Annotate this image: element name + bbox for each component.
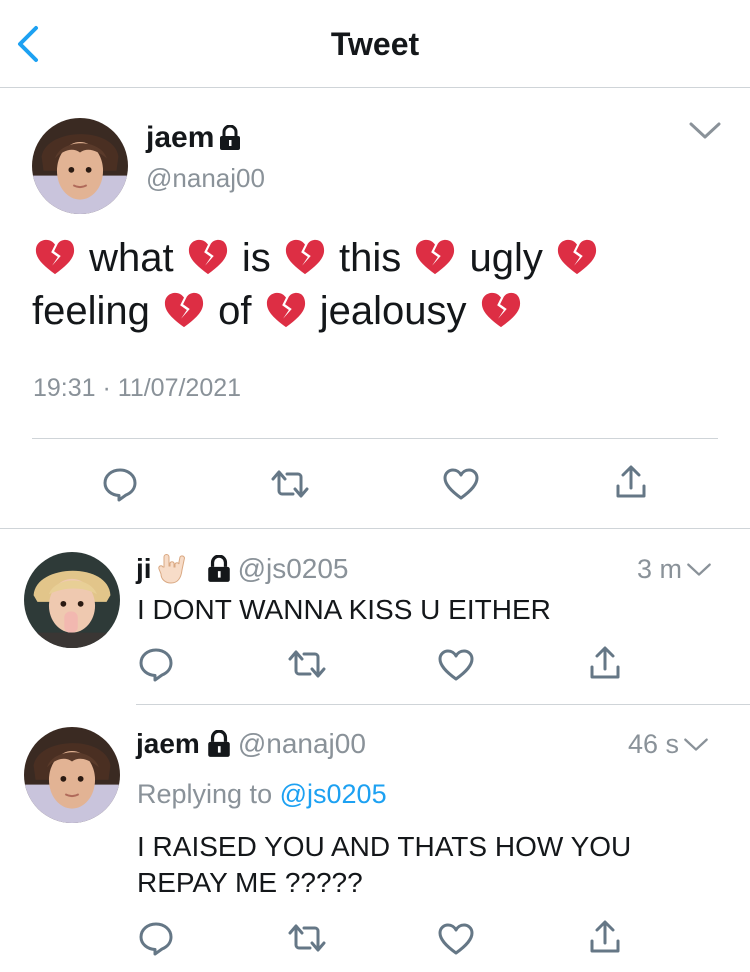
mention-link[interactable]: @js0205 <box>280 779 387 809</box>
like-icon[interactable] <box>437 648 475 682</box>
tweet-timestamp: 19:31 · 11/07/2021 <box>33 374 242 402</box>
retweet-icon[interactable] <box>270 466 310 502</box>
tweet-text: what is this ugly feeling of jealousy <box>32 232 722 338</box>
avatar[interactable] <box>32 118 128 214</box>
author-name[interactable]: jaem <box>146 121 242 155</box>
avatar[interactable] <box>24 727 120 823</box>
reply-time: 3 m <box>637 554 712 585</box>
retweet-icon[interactable] <box>287 920 327 956</box>
author-name[interactable]: jaem <box>136 728 200 760</box>
broken-heart-icon <box>187 237 229 277</box>
nav-bar: Tweet <box>0 0 750 88</box>
retweet-icon[interactable] <box>287 646 327 682</box>
chevron-down-icon[interactable] <box>686 561 712 579</box>
reply-text: I DONT WANNA KISS U EITHER <box>137 594 551 625</box>
author-handle[interactable]: @nanaj00 <box>238 728 366 760</box>
share-icon[interactable] <box>588 645 622 681</box>
chevron-down-icon[interactable] <box>683 736 709 754</box>
lock-icon <box>206 730 232 758</box>
broken-heart-icon <box>556 237 598 277</box>
reply-header: ji @js0205 <box>136 553 349 585</box>
lock-icon <box>218 125 242 151</box>
broken-heart-icon <box>163 290 205 330</box>
reply-icon[interactable] <box>102 466 138 502</box>
lock-icon <box>206 555 232 583</box>
chevron-down-icon[interactable] <box>688 120 722 144</box>
like-icon[interactable] <box>437 922 475 956</box>
share-icon[interactable] <box>614 464 648 500</box>
broken-heart-icon <box>284 237 326 277</box>
love-you-gesture-icon <box>157 554 185 584</box>
reply-time: 46 s <box>628 729 709 760</box>
author-handle[interactable]: @js0205 <box>238 553 349 585</box>
divider <box>136 704 750 705</box>
author-handle[interactable]: @nanaj00 <box>146 163 265 194</box>
page-title: Tweet <box>330 26 420 62</box>
like-icon[interactable] <box>442 467 480 501</box>
reply-text: I RAISED YOU AND THATS HOW YOU REPAY ME … <box>137 831 632 898</box>
author-name[interactable]: ji <box>136 553 152 585</box>
share-icon[interactable] <box>588 919 622 955</box>
reply-icon[interactable] <box>138 646 174 682</box>
reply-header: jaem @nanaj00 <box>136 728 366 760</box>
broken-heart-icon <box>265 290 307 330</box>
reply-icon[interactable] <box>138 920 174 956</box>
broken-heart-icon <box>480 290 522 330</box>
broken-heart-icon <box>34 237 76 277</box>
broken-heart-icon <box>414 237 456 277</box>
divider <box>0 528 750 529</box>
avatar[interactable] <box>24 552 120 648</box>
divider <box>32 438 718 439</box>
replying-to: Replying to @js0205 <box>137 779 387 809</box>
